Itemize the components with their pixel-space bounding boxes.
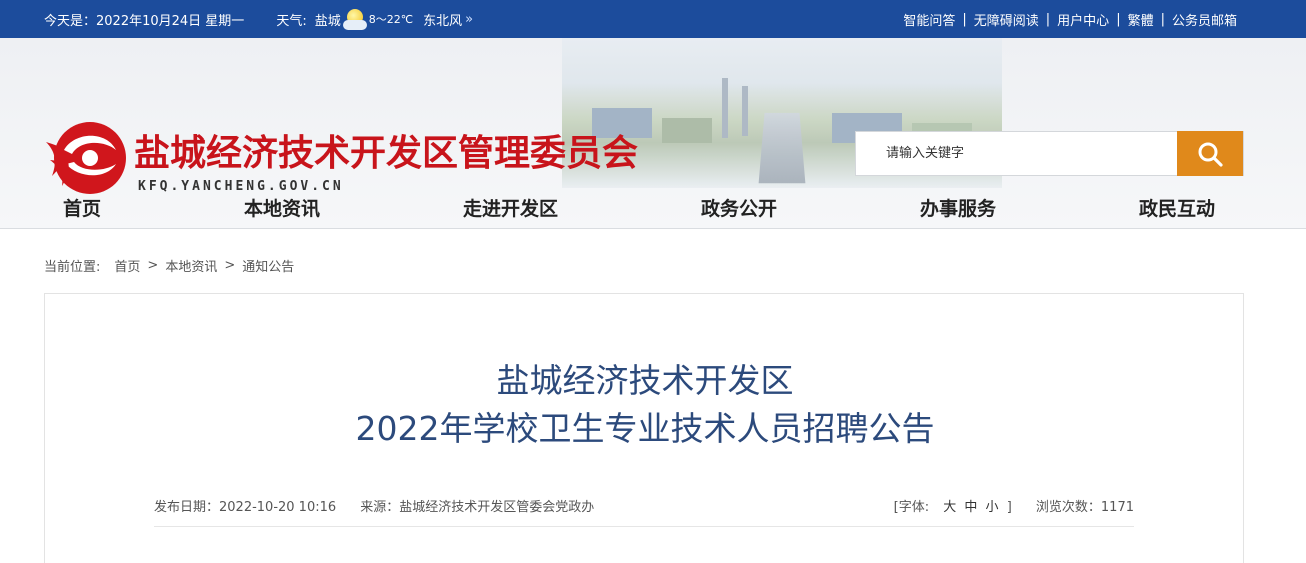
view-count: 浏览次数：1171 bbox=[1035, 500, 1134, 515]
breadcrumb-arrow: > bbox=[224, 258, 236, 273]
top-bar: 今天是：2022年10月24日 星期一 天气: 盐城 8～22℃ 东北风 » 智… bbox=[0, 0, 1306, 38]
link-user-center[interactable]: 用户中心 bbox=[1057, 10, 1109, 29]
font-size-label-open: [字体: bbox=[893, 500, 930, 515]
breadcrumb-home[interactable]: 首页 bbox=[114, 256, 140, 275]
site-title[interactable]: 盐城经济技术开发区管理委员会 bbox=[134, 124, 638, 176]
emblem-logo[interactable] bbox=[44, 120, 128, 196]
link-accessible-reading[interactable]: 无障碍阅读 bbox=[974, 10, 1039, 29]
search-icon bbox=[1198, 142, 1223, 167]
link-civil-servant-mail[interactable]: 公务员邮箱 bbox=[1172, 10, 1237, 29]
separator: | bbox=[962, 11, 967, 27]
breadcrumb: 当前位置: 首页 > 本地资讯 > 通知公告 bbox=[44, 256, 294, 275]
nav-item-government-affairs[interactable]: 政务公开 bbox=[701, 190, 777, 228]
chevron-right-icon[interactable]: » bbox=[465, 12, 473, 27]
breadcrumb-notices[interactable]: 通知公告 bbox=[242, 256, 294, 275]
link-traditional-chinese[interactable]: 繁體 bbox=[1128, 10, 1154, 29]
weather-temperature: 8～22℃ bbox=[368, 13, 414, 26]
font-size-small-button[interactable]: 小 bbox=[986, 500, 999, 515]
current-date: 今天是：2022年10月24日 星期一 bbox=[44, 13, 245, 29]
nav-item-local-news[interactable]: 本地资讯 bbox=[244, 190, 320, 228]
weather-wind: 东北风 bbox=[423, 13, 463, 29]
font-size-label-close: ] bbox=[1006, 500, 1012, 515]
search-box bbox=[855, 131, 1244, 176]
link-smart-qa[interactable]: 智能问答 bbox=[903, 10, 955, 29]
nav-item-home[interactable]: 首页 bbox=[63, 190, 101, 228]
search-input[interactable] bbox=[856, 132, 1177, 175]
breadcrumb-label: 当前位置: bbox=[44, 260, 101, 275]
nav-item-interaction[interactable]: 政民互动 bbox=[1139, 190, 1215, 228]
separator: | bbox=[1160, 11, 1165, 27]
nav-item-services[interactable]: 办事服务 bbox=[920, 190, 996, 228]
weather-label: 天气: bbox=[276, 13, 307, 29]
article-title-line1: 盐城经济技术开发区 bbox=[496, 361, 794, 400]
breadcrumb-arrow: > bbox=[147, 258, 159, 273]
top-bar-info: 今天是：2022年10月24日 星期一 天气: 盐城 8～22℃ 东北风 » bbox=[44, 0, 473, 38]
article-title-line2: 2022年学校卫生专业技术人员招聘公告 bbox=[355, 409, 935, 448]
meta-divider bbox=[154, 526, 1134, 527]
site-header: 盐城经济技术开发区管理委员会 KFQ.YANCHENG.GOV.CN 首页 本地… bbox=[0, 38, 1306, 229]
weather-city: 盐城 bbox=[314, 13, 341, 29]
search-button[interactable] bbox=[1177, 131, 1243, 176]
publish-date: 发布日期：2022-10-20 10:16 bbox=[154, 500, 337, 515]
top-links: 智能问答 | 无障碍阅读 | 用户中心 | 繁體 | 公务员邮箱 bbox=[903, 0, 1237, 38]
sunny-cloud-icon bbox=[342, 7, 367, 31]
breadcrumb-local-news[interactable]: 本地资讯 bbox=[165, 256, 217, 275]
nav-item-about-zone[interactable]: 走进开发区 bbox=[463, 190, 558, 228]
article-panel: 盐城经济技术开发区 2022年学校卫生专业技术人员招聘公告 发布日期：2022-… bbox=[44, 293, 1244, 563]
font-size-medium-button[interactable]: 中 bbox=[964, 500, 977, 515]
font-size-large-button[interactable]: 大 bbox=[943, 500, 956, 515]
article-source: 来源：盐城经济技术开发区管委会党政办 bbox=[360, 500, 595, 515]
separator: | bbox=[1116, 11, 1121, 27]
separator: | bbox=[1045, 11, 1051, 27]
header-divider bbox=[0, 228, 1306, 229]
main-nav: 首页 本地资讯 走进开发区 政务公开 办事服务 政民互动 bbox=[0, 190, 1306, 228]
